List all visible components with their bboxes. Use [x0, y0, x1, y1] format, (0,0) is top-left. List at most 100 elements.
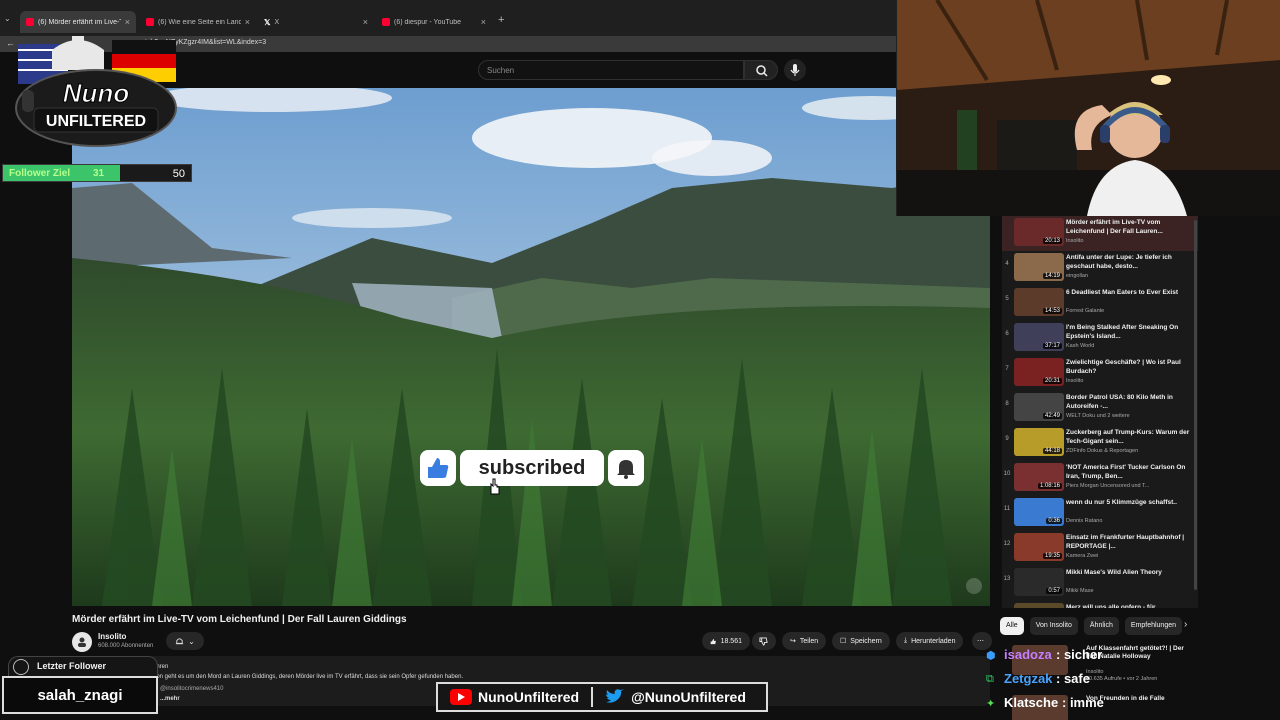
playlist-item-thumbnail[interactable]: 0:57 [1014, 568, 1064, 596]
download-label: Herunterladen [911, 637, 956, 645]
chevron-down-icon: ⌄ [188, 636, 195, 646]
search-input[interactable]: Suchen [478, 60, 744, 80]
filter-chip[interactable]: Von Insolito [1029, 617, 1078, 635]
search-button[interactable] [744, 60, 778, 80]
playlist-item-thumbnail[interactable]: 20:31 [1014, 358, 1064, 386]
playlist-item-thumbnail[interactable]: 42:49 [1014, 393, 1064, 421]
channel-avatar[interactable] [72, 632, 92, 652]
voice-search-button[interactable] [784, 59, 806, 81]
save-label: Speichern [850, 637, 882, 645]
playlist-item[interactable]: 5 14:53 6 Deadliest Man Eaters to Ever Exi… [1002, 286, 1198, 321]
playlist-item[interactable]: 13 0:57 Mikki Mase's Wild Alien Theory Mikk… [1002, 566, 1198, 601]
playlist-scrollbar[interactable] [1194, 220, 1197, 590]
playlist-item-channel: Dennis Ratano [1066, 518, 1103, 524]
playlist-item-channel: Kamera Zwei [1066, 553, 1099, 559]
youtube-icon [450, 689, 472, 705]
description-handle[interactable]: @insolitocrimenews410 [160, 686, 223, 692]
playlist-item-title[interactable]: 'NOT America First' Tucker Carlson On Ir… [1066, 463, 1194, 481]
playlist-item-thumbnail[interactable]: 14:53 [1014, 288, 1064, 316]
download-button[interactable]: ⤓ Herunterladen [896, 632, 964, 650]
playlist-item-title[interactable]: Mikki Mase's Wild Alien Theory [1066, 568, 1194, 577]
playlist-item-duration: 37:17 [1042, 343, 1062, 349]
playlist-item-title[interactable]: Zwielichtige Geschäfte? | Wo ist Paul Bu… [1066, 358, 1194, 376]
playlist-item-duration: 0:36 [1046, 518, 1062, 524]
playlist-item-thumbnail[interactable]: 14:19 [1014, 253, 1064, 281]
playlist-item[interactable]: 12 19:35 Einsatz im Frankfurter Hauptbahnh… [1002, 531, 1198, 566]
playlist-item-channel: Insolito [1066, 238, 1084, 244]
close-tab-icon[interactable]: × [125, 17, 130, 27]
playlist-item[interactable]: 9 44:18 Zuckerberg auf Trump-Kurs: Warum d… [1002, 426, 1198, 461]
playlist-item-title[interactable]: Merz will uns alle opfern - für [1066, 603, 1194, 608]
playlist-item-number: 10 [1003, 471, 1011, 477]
recommendation-chips: Alle Von Insolito Ähnlich Empfehlungen [1000, 617, 1183, 635]
playlist-item-number: 12 [1003, 541, 1011, 547]
share-icon: ↪ [790, 638, 796, 645]
filter-chip[interactable]: Alle [1000, 617, 1024, 635]
save-button[interactable]: ☐ Speichern [832, 632, 890, 650]
playlist-item-title[interactable]: I'm Being Stalked After Sneaking On Epst… [1066, 323, 1194, 341]
social-banner: NunoUnfiltered @NunoUnfiltered [436, 682, 768, 712]
playlist-item[interactable]: Merz will uns alle opfern - für [1002, 601, 1198, 608]
twitter-bird-icon [606, 689, 625, 703]
playlist-item-thumbnail[interactable]: 1:08:16 [1014, 463, 1064, 491]
browser-tab[interactable]: (6) diespur - YouTube × [376, 11, 492, 33]
dislike-button[interactable] [752, 632, 776, 650]
tab-search-icon[interactable]: ⌄ [4, 14, 11, 23]
browser-tab-label: X [274, 18, 280, 26]
playlist-item-number: 8 [1005, 401, 1009, 407]
playlist-item[interactable]: 11 0:36 wenn du nur 5 Klimmzüge schaffst..… [1002, 496, 1198, 531]
playlist-item-title[interactable]: Antifa unter der Lupe: Je tiefer ich ges… [1066, 253, 1194, 271]
playlist-item-title[interactable]: Zuckerberg auf Trump-Kurs: Warum der Tec… [1066, 428, 1194, 446]
video-player[interactable] [72, 88, 990, 606]
thumbs-down-icon [759, 636, 768, 646]
playlist-item-duration: 20:31 [1042, 378, 1062, 384]
playlist-item-thumbnail[interactable]: 20:13 [1014, 218, 1064, 246]
playlist-item-channel: Kash World [1066, 343, 1095, 349]
playlist-item-thumbnail[interactable]: 19:35 [1014, 533, 1064, 561]
close-tab-icon[interactable]: × [245, 17, 250, 27]
social-youtube-label: NunoUnfiltered [478, 689, 580, 705]
bell-icon [176, 637, 184, 644]
channel-name[interactable]: Insolito [98, 632, 126, 641]
new-tab-button[interactable]: + [498, 14, 504, 26]
filter-chip[interactable]: Ähnlich [1083, 617, 1119, 635]
chat-badge-icon: ⬢ [986, 650, 996, 662]
playlist-item-thumbnail[interactable] [1014, 603, 1064, 608]
playlist-item[interactable]: 8 42:49 Border Patrol USA: 80 Kilo Meth in… [1002, 391, 1198, 426]
channel-logo: Nuno UNFILTERED [12, 30, 180, 148]
close-tab-icon[interactable]: × [481, 17, 486, 27]
playlist-item[interactable]: 6 37:17 I'm Being Stalked After Sneaking O… [1002, 321, 1198, 356]
like-button[interactable]: 18.561 [702, 632, 750, 650]
chevron-right-icon[interactable]: › [1184, 619, 1187, 630]
chat-username: Klatsche [1004, 695, 1059, 710]
youtube-favicon-icon [382, 18, 390, 26]
playlist-item-title[interactable]: Mörder erfährt im Live-TV vom Leichenfun… [1066, 218, 1194, 236]
description-more[interactable]: ...mehr [160, 696, 180, 702]
playlist-item-title[interactable]: Einsatz im Frankfurter Hauptbahnhof | RE… [1066, 533, 1194, 551]
filter-chip[interactable]: Empfehlungen [1124, 617, 1183, 635]
playlist-item-title[interactable]: 6 Deadliest Man Eaters to Ever Exist [1066, 288, 1194, 297]
notification-bell-button[interactable]: ⌄ [166, 632, 204, 650]
bell-overlay [608, 450, 644, 486]
playlist-item[interactable]: 20:13 Mörder erfährt im Live-TV vom Leich… [1002, 216, 1198, 251]
playlist-item-thumbnail[interactable]: 44:18 [1014, 428, 1064, 456]
playlist-item-number: 5 [1005, 296, 1009, 302]
playlist-item[interactable]: 7 20:31 Zwielichtige Geschäfte? | Wo ist P… [1002, 356, 1198, 391]
subscribed-overlay: subscribed [460, 450, 604, 486]
share-label: Teilen [799, 637, 819, 645]
playlist-item[interactable]: 10 1:08:16 'NOT America First' Tucker Carl… [1002, 461, 1198, 496]
close-tab-icon[interactable]: × [363, 17, 368, 27]
playlist-item-thumbnail[interactable]: 37:17 [1014, 323, 1064, 351]
playlist-item-thumbnail[interactable]: 0:36 [1014, 498, 1064, 526]
mic-icon [790, 64, 800, 76]
like-count: 18.561 [720, 637, 742, 645]
browser-tab[interactable]: 𝕏 X × [258, 11, 374, 33]
video-title: Mörder erfährt im Live-TV vom Leichenfun… [72, 614, 407, 625]
logo-text-bottom: UNFILTERED [46, 113, 146, 130]
user-icon [13, 659, 29, 675]
share-button[interactable]: ↪ Teilen [782, 632, 827, 650]
playlist-item-title[interactable]: wenn du nur 5 Klimmzüge schaffst.. [1066, 498, 1194, 507]
chat-username: Zetgzak [1004, 671, 1053, 686]
playlist-item[interactable]: 4 14:19 Antifa unter der Lupe: Je tiefer i… [1002, 251, 1198, 286]
playlist-item-title[interactable]: Border Patrol USA: 80 Kilo Meth in Autor… [1066, 393, 1194, 411]
